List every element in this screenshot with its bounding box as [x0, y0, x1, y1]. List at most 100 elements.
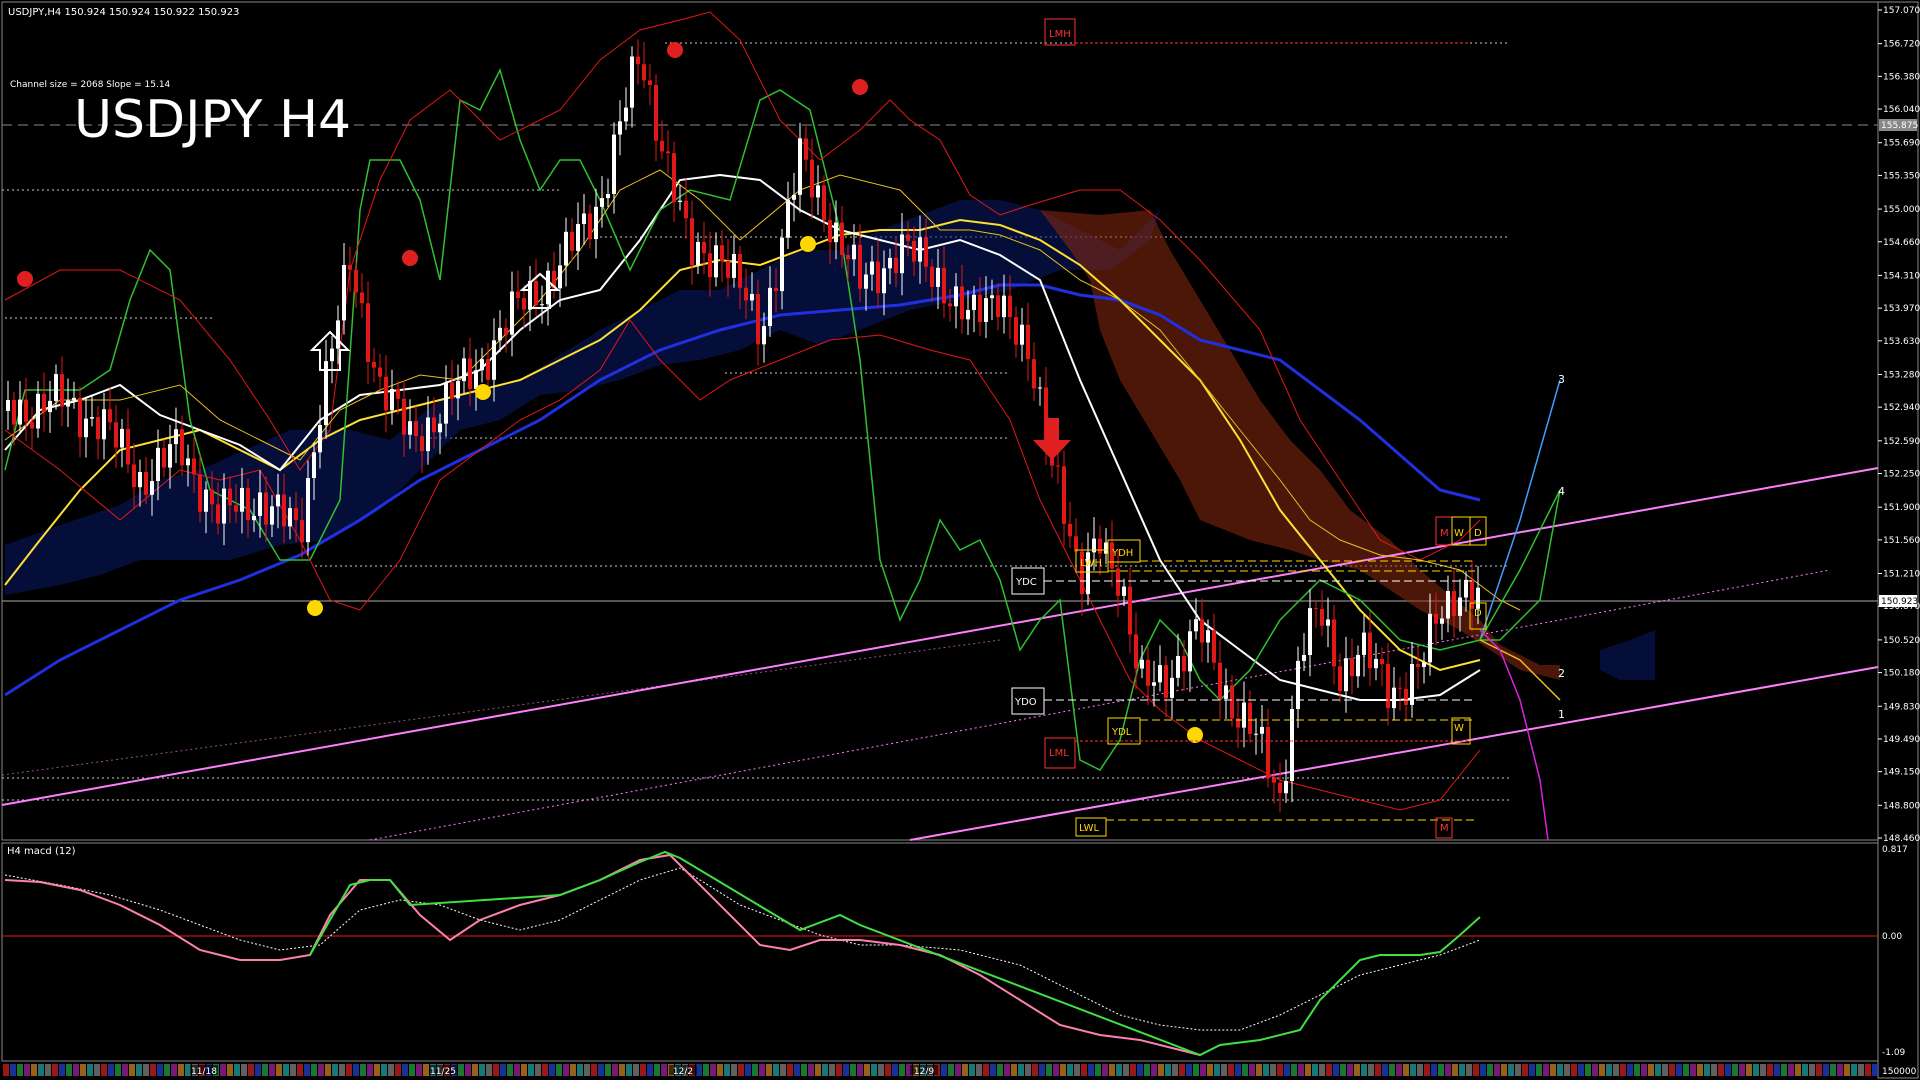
- volume-bar: [1417, 1064, 1423, 1076]
- candle-body: [840, 222, 844, 255]
- svg-text:-1.09: -1.09: [1882, 1048, 1906, 1058]
- yellow-marker: [307, 600, 323, 616]
- volume-bar: [108, 1064, 114, 1076]
- projection-label-2: 2: [1558, 667, 1565, 680]
- candle-body: [618, 121, 622, 135]
- volume-bar: [1473, 1064, 1479, 1076]
- volume-bar: [59, 1064, 65, 1076]
- candle-body: [990, 295, 994, 299]
- price-tick-label: 151.210: [1883, 570, 1920, 580]
- volume-bar: [1816, 1064, 1822, 1076]
- candle-body: [1422, 662, 1426, 667]
- big-title: USDJPY H4: [74, 90, 351, 150]
- candle-body: [1278, 782, 1282, 794]
- volume-bar: [717, 1064, 723, 1076]
- volume-bar: [1375, 1064, 1381, 1076]
- candle-body: [1434, 613, 1438, 624]
- candle-body: [402, 398, 406, 435]
- volume-bar: [66, 1064, 72, 1076]
- volume-bar: [1718, 1064, 1724, 1076]
- candle-body: [522, 298, 526, 310]
- volume-bar: [73, 1064, 79, 1076]
- candle-body: [1416, 664, 1420, 667]
- candle-body: [1194, 619, 1198, 632]
- volume-bar: [843, 1064, 849, 1076]
- chart-window[interactable]: USDJPY,H4 150.924 150.924 150.922 150.92…: [0, 0, 1920, 1080]
- candle-body: [798, 138, 802, 195]
- volume-bar: [1655, 1064, 1661, 1076]
- volume-bar: [556, 1064, 562, 1076]
- volume-bar: [577, 1064, 583, 1076]
- candle-body: [354, 269, 358, 293]
- candle-body: [1386, 664, 1390, 709]
- candle-body: [906, 234, 910, 241]
- volume-bar: [1571, 1064, 1577, 1076]
- candle-body: [756, 293, 760, 345]
- candle-body: [342, 264, 346, 321]
- volume-bar: [780, 1064, 786, 1076]
- volume-bar: [1438, 1064, 1444, 1076]
- volume-bar: [388, 1064, 394, 1076]
- candle-body: [858, 244, 862, 289]
- volume-bar: [143, 1064, 149, 1076]
- volume-bar: [1172, 1064, 1178, 1076]
- volume-bar: [857, 1064, 863, 1076]
- volume-bar: [367, 1064, 373, 1076]
- candle-body: [156, 447, 160, 482]
- volume-bar: [409, 1064, 415, 1076]
- candle-body: [822, 185, 826, 220]
- candle-body: [612, 134, 616, 195]
- price-tick-label: 151.560: [1883, 536, 1920, 546]
- candle-body: [468, 358, 472, 389]
- level-lml: LML: [1049, 748, 1069, 759]
- projection-label-4: 4: [1558, 485, 1565, 498]
- volume-bar: [1501, 1064, 1507, 1076]
- candle-body: [636, 56, 640, 65]
- volume-bar: [297, 1064, 303, 1076]
- candle-body: [744, 287, 748, 301]
- candle-body: [1122, 586, 1126, 596]
- candle-body: [606, 194, 610, 199]
- volume-bar: [871, 1064, 877, 1076]
- volume-bar: [472, 1064, 478, 1076]
- volume-bar: [1088, 1064, 1094, 1076]
- candle-body: [426, 417, 430, 452]
- candle-body: [1302, 655, 1306, 661]
- volume-bar: [1277, 1064, 1283, 1076]
- candle-body: [30, 421, 34, 429]
- current-price-label: 150.923: [1881, 597, 1918, 607]
- volume-bar: [45, 1064, 51, 1076]
- volume-bar: [1557, 1064, 1563, 1076]
- volume-bar: [339, 1064, 345, 1076]
- candle-body: [834, 222, 838, 243]
- symbol-line: USDJPY,H4 150.924 150.924 150.922 150.92…: [8, 7, 239, 18]
- candle-body: [1464, 579, 1468, 598]
- level-lmh: LMH: [1049, 29, 1071, 40]
- volume-bar: [1529, 1064, 1535, 1076]
- volume-bar: [1683, 1064, 1689, 1076]
- candle-body: [1188, 631, 1192, 672]
- candle-body: [984, 298, 988, 323]
- tag-m2: M: [1440, 823, 1449, 834]
- svg-text:0.00: 0.00: [1882, 932, 1902, 942]
- volume-bar: [1193, 1064, 1199, 1076]
- volume-bar: [171, 1064, 177, 1076]
- volume-bar: [1802, 1064, 1808, 1076]
- tag-m: M: [1440, 528, 1449, 539]
- volume-bar: [1046, 1064, 1052, 1076]
- candle-body: [1404, 688, 1408, 705]
- volume-bar: [591, 1064, 597, 1076]
- candle-body: [390, 389, 394, 411]
- candle-body: [1032, 359, 1036, 389]
- volume-bar: [584, 1064, 590, 1076]
- candle-body: [810, 159, 814, 198]
- price-tick-label: 150.520: [1883, 636, 1920, 646]
- candle-body: [816, 185, 820, 198]
- volume-bar: [276, 1064, 282, 1076]
- candle-body: [1074, 536, 1078, 552]
- volume-bar: [563, 1064, 569, 1076]
- candle-body: [1182, 655, 1186, 672]
- volume-bar: [1109, 1064, 1115, 1076]
- red-marker: [852, 79, 868, 95]
- candle-body: [924, 237, 928, 267]
